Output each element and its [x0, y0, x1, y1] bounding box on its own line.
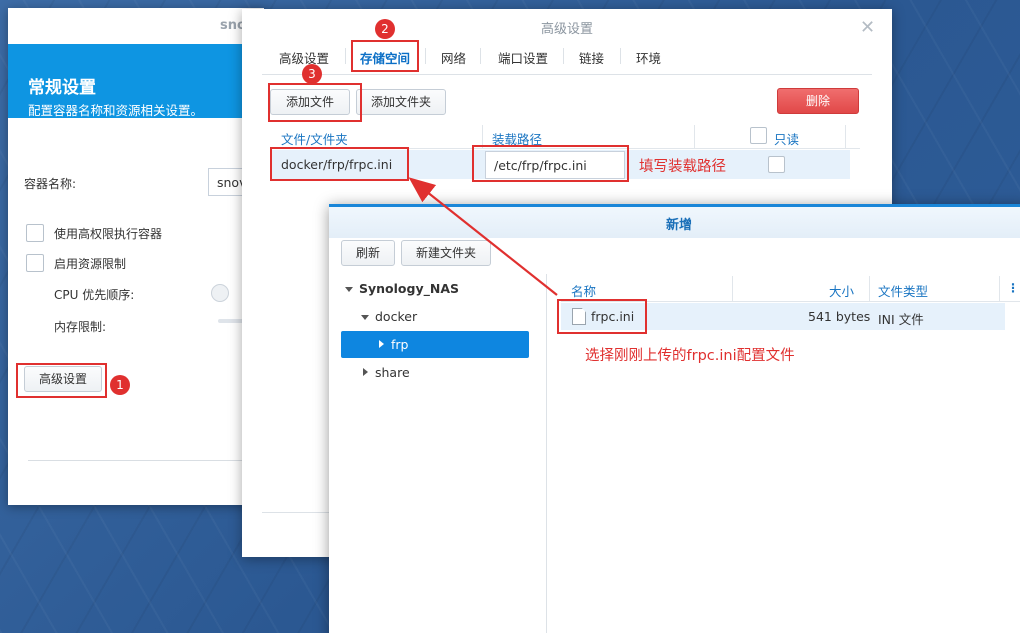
annotation-arrow [408, 177, 558, 296]
